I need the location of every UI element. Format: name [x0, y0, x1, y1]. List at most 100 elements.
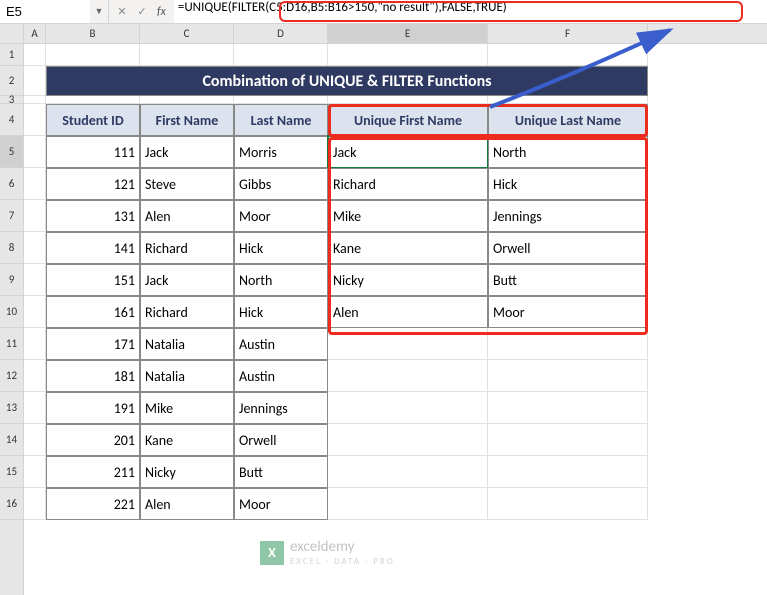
cell-unique-first[interactable]: Jack — [328, 136, 488, 168]
cell-A3[interactable] — [24, 96, 46, 104]
cell-B3[interactable] — [46, 96, 140, 104]
cell-D1[interactable] — [234, 44, 328, 66]
header-last-name[interactable]: Last Name — [234, 104, 328, 136]
cell-last[interactable]: Jennings — [234, 392, 328, 424]
cell-last[interactable]: Morris — [234, 136, 328, 168]
cell-id[interactable]: 161 — [46, 296, 140, 328]
cell-A6[interactable] — [24, 168, 46, 200]
row-header-4[interactable]: 4 — [0, 104, 23, 136]
cell-last[interactable]: Hick — [234, 232, 328, 264]
title-cell[interactable]: Combination of UNIQUE & FILTER Functions — [46, 66, 648, 96]
cancel-icon[interactable]: ✕ — [113, 3, 131, 21]
cell-E11[interactable] — [328, 328, 488, 360]
cell-id[interactable]: 191 — [46, 392, 140, 424]
header-unique-first[interactable]: Unique First Name — [328, 104, 488, 136]
cell-id[interactable]: 201 — [46, 424, 140, 456]
accept-icon[interactable]: ✓ — [133, 3, 151, 21]
cell-id[interactable]: 171 — [46, 328, 140, 360]
cell-E3[interactable] — [328, 96, 488, 104]
col-header-E[interactable]: E — [328, 24, 488, 43]
cell-id[interactable]: 131 — [46, 200, 140, 232]
row-header-7[interactable]: 7 — [0, 200, 23, 232]
cell-A16[interactable] — [24, 488, 46, 520]
header-unique-last[interactable]: Unique Last Name — [488, 104, 648, 136]
cell-last[interactable]: North — [234, 264, 328, 296]
row-header-16[interactable]: 16 — [0, 488, 23, 520]
cell-F11[interactable] — [488, 328, 648, 360]
cell-F15[interactable] — [488, 456, 648, 488]
cell-last[interactable]: Moor — [234, 488, 328, 520]
cell-F13[interactable] — [488, 392, 648, 424]
cell-first[interactable]: Natalia — [140, 328, 234, 360]
cell-A14[interactable] — [24, 424, 46, 456]
cell-A5[interactable] — [24, 136, 46, 168]
row-header-12[interactable]: 12 — [0, 360, 23, 392]
cell-A15[interactable] — [24, 456, 46, 488]
cell-unique-last[interactable]: North — [488, 136, 648, 168]
cell-A10[interactable] — [24, 296, 46, 328]
row-header-11[interactable]: 11 — [0, 328, 23, 360]
row-header-3[interactable]: 3 — [0, 96, 23, 104]
cell-unique-last[interactable]: Butt — [488, 264, 648, 296]
row-header-9[interactable]: 9 — [0, 264, 23, 296]
formula-bar[interactable]: =UNIQUE(FILTER(C5:D16,B5:B16>150,"no res… — [174, 0, 767, 23]
cell-E16[interactable] — [328, 488, 488, 520]
cell-B1[interactable] — [46, 44, 140, 66]
cell-A7[interactable] — [24, 200, 46, 232]
cell-unique-first[interactable]: Kane — [328, 232, 488, 264]
col-header-C[interactable]: C — [140, 24, 234, 43]
cell-A8[interactable] — [24, 232, 46, 264]
row-header-13[interactable]: 13 — [0, 392, 23, 424]
cell-unique-first[interactable]: Richard — [328, 168, 488, 200]
cell-last[interactable]: Austin — [234, 328, 328, 360]
cell-last[interactable]: Butt — [234, 456, 328, 488]
cell-last[interactable]: Orwell — [234, 424, 328, 456]
cell-first[interactable]: Nicky — [140, 456, 234, 488]
cell-first[interactable]: Richard — [140, 296, 234, 328]
cell-E15[interactable] — [328, 456, 488, 488]
fx-icon[interactable]: fx — [153, 5, 170, 19]
name-box[interactable] — [0, 0, 90, 23]
cell-unique-first[interactable]: Mike — [328, 200, 488, 232]
row-header-10[interactable]: 10 — [0, 296, 23, 328]
header-first-name[interactable]: First Name — [140, 104, 234, 136]
select-all-corner[interactable] — [0, 24, 23, 44]
row-header-2[interactable]: 2 — [0, 66, 23, 96]
cell-first[interactable]: Jack — [140, 264, 234, 296]
cell-C1[interactable] — [140, 44, 234, 66]
cell-F1[interactable] — [488, 44, 648, 66]
cell-E13[interactable] — [328, 392, 488, 424]
cell-id[interactable]: 111 — [46, 136, 140, 168]
row-header-15[interactable]: 15 — [0, 456, 23, 488]
cell-id[interactable]: 141 — [46, 232, 140, 264]
cell-A11[interactable] — [24, 328, 46, 360]
col-header-B[interactable]: B — [46, 24, 140, 43]
cell-E14[interactable] — [328, 424, 488, 456]
cell-first[interactable]: Alen — [140, 488, 234, 520]
cell-D3[interactable] — [234, 96, 328, 104]
cell-last[interactable]: Gibbs — [234, 168, 328, 200]
cell-last[interactable]: Austin — [234, 360, 328, 392]
cell-last[interactable]: Moor — [234, 200, 328, 232]
col-header-A[interactable]: A — [24, 24, 46, 43]
row-header-1[interactable]: 1 — [0, 44, 23, 66]
col-header-D[interactable]: D — [234, 24, 328, 43]
cell-first[interactable]: Kane — [140, 424, 234, 456]
cell-F16[interactable] — [488, 488, 648, 520]
row-header-14[interactable]: 14 — [0, 424, 23, 456]
cell-E1[interactable] — [328, 44, 488, 66]
cell-A2[interactable] — [24, 66, 46, 96]
cell-first[interactable]: Richard — [140, 232, 234, 264]
cell-first[interactable]: Mike — [140, 392, 234, 424]
name-box-dropdown[interactable]: ▼ — [90, 6, 108, 17]
cell-unique-last[interactable]: Moor — [488, 296, 648, 328]
cell-id[interactable]: 151 — [46, 264, 140, 296]
cell-unique-last[interactable]: Hick — [488, 168, 648, 200]
cell-unique-first[interactable]: Nicky — [328, 264, 488, 296]
cell-id[interactable]: 211 — [46, 456, 140, 488]
cell-id[interactable]: 221 — [46, 488, 140, 520]
cell-id[interactable]: 181 — [46, 360, 140, 392]
cell-A9[interactable] — [24, 264, 46, 296]
cell-unique-first[interactable]: Alen — [328, 296, 488, 328]
cell-first[interactable]: Jack — [140, 136, 234, 168]
